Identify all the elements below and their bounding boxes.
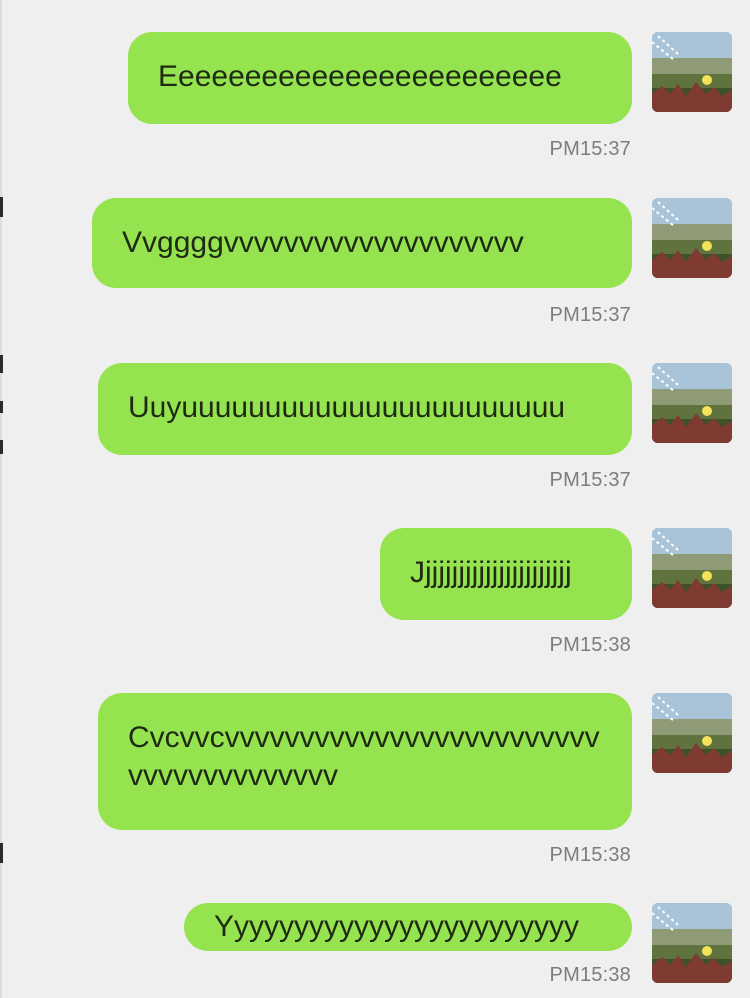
message-bubble[interactable]: Yyyyyyyyyyyyyyyyyyyyyyyy [184, 903, 632, 951]
message-4: Jjjjjjjjjjjjjjjjjjjjjjj PM15:38 [0, 528, 750, 658]
message-timestamp: PM15:38 [549, 634, 631, 656]
message-timestamp: PM15:37 [549, 138, 631, 160]
message-timestamp: PM15:37 [549, 469, 631, 491]
message-bubble[interactable]: Vvggggvvvvvvvvvvvvvvvvvvvv [92, 198, 632, 288]
user-avatar[interactable] [652, 903, 732, 983]
message-bubble[interactable]: Cvcvvcvvvvvvvvvvvvvvvvvvvvvvvvvvvvvvvvvv… [98, 693, 632, 830]
message-1: Eeeeeeeeeeeeeeeeeeeeeeee PM15:37 [0, 32, 750, 162]
message-6: Yyyyyyyyyyyyyyyyyyyyyyyy PM15:38 [0, 903, 750, 998]
user-avatar[interactable] [652, 528, 732, 608]
message-bubble[interactable]: Uuyuuuuuuuuuuuuuuuuuuuuuuu [98, 363, 632, 455]
message-2: Vvggggvvvvvvvvvvvvvvvvvvvv PM15:37 [0, 198, 750, 328]
chat-thread: Eeeeeeeeeeeeeeeeeeeeeeee PM15:37 Vvggggv… [0, 0, 750, 998]
message-bubble[interactable]: Jjjjjjjjjjjjjjjjjjjjjjj [380, 528, 632, 620]
user-avatar[interactable] [652, 363, 732, 443]
message-timestamp: PM15:38 [549, 964, 631, 986]
message-timestamp: PM15:37 [549, 304, 631, 326]
message-timestamp: PM15:38 [549, 844, 631, 866]
message-5: Cvcvvcvvvvvvvvvvvvvvvvvvvvvvvvvvvvvvvvvv… [0, 693, 750, 866]
user-avatar[interactable] [652, 198, 732, 278]
message-bubble[interactable]: Eeeeeeeeeeeeeeeeeeeeeeee [128, 32, 632, 124]
message-3: Uuyuuuuuuuuuuuuuuuuuuuuuuu PM15:37 [0, 363, 750, 493]
user-avatar[interactable] [652, 32, 732, 112]
user-avatar[interactable] [652, 693, 732, 773]
